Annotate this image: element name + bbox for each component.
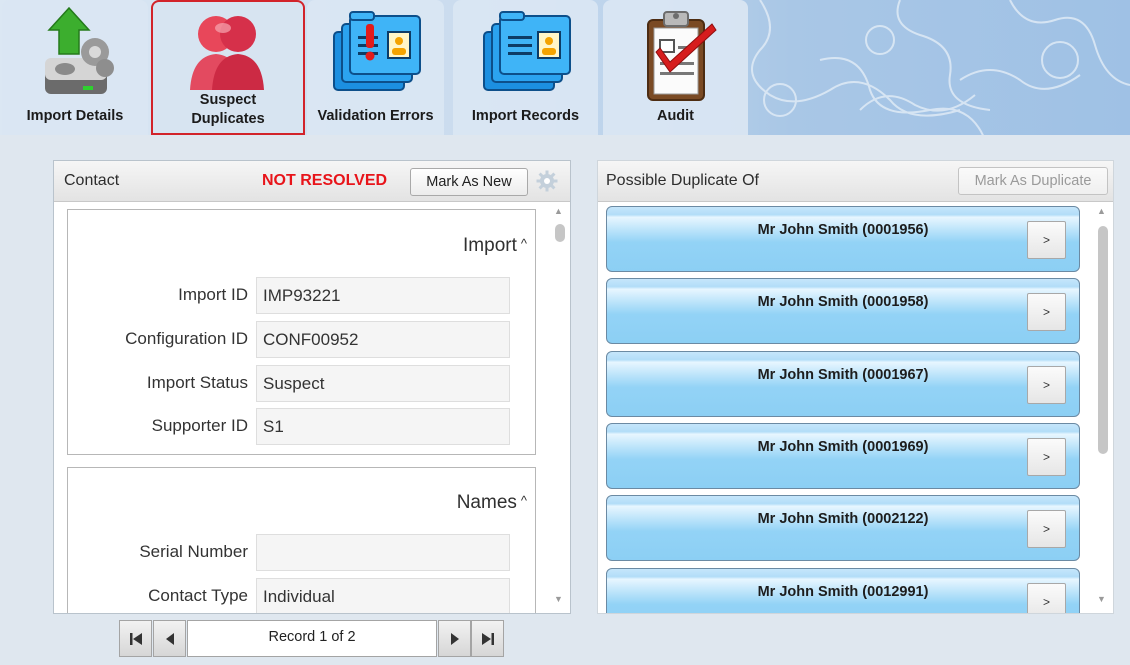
field-row-contact-type: Contact Type Individual bbox=[68, 578, 535, 613]
import-section: Import ^ Import ID IMP93221 Configuration… bbox=[67, 209, 536, 455]
collapse-caret-icon: ^ bbox=[520, 236, 527, 251]
tab-label: Suspect Duplicates bbox=[191, 92, 265, 127]
section-header-import[interactable]: Import ^ bbox=[463, 235, 527, 257]
open-duplicate-button[interactable]: > bbox=[1027, 583, 1066, 613]
duplicates-scrollbar[interactable]: ▲ ▼ bbox=[1095, 206, 1111, 610]
field-row-supporter-id: Supporter ID S1 bbox=[68, 408, 535, 445]
previous-record-button[interactable] bbox=[153, 620, 186, 657]
mark-as-new-button[interactable]: Mark As New bbox=[410, 168, 528, 196]
tab-import-details[interactable]: Import Details bbox=[2, 0, 148, 135]
scroll-down-arrow-icon[interactable]: ▼ bbox=[554, 594, 563, 604]
open-duplicate-button[interactable]: > bbox=[1027, 293, 1066, 331]
field-label: Serial Number bbox=[139, 542, 248, 561]
duplicate-name: Mr John Smith (0001956) bbox=[757, 222, 929, 238]
scroll-up-arrow-icon[interactable]: ▲ bbox=[554, 206, 563, 216]
duplicate-item[interactable]: Mr John Smith (0001967) > bbox=[606, 351, 1080, 417]
field-label: Configuration ID bbox=[125, 329, 248, 348]
tab-label: Import Records bbox=[471, 108, 580, 124]
section-title: Import bbox=[463, 235, 517, 256]
duplicate-name: Mr John Smith (0012991) bbox=[757, 584, 929, 600]
tab-label: Audit bbox=[656, 108, 695, 124]
import-details-icon bbox=[45, 6, 114, 94]
duplicates-panel-title: Possible Duplicate Of bbox=[606, 172, 759, 189]
tab-import-records[interactable]: Import Records bbox=[453, 0, 598, 135]
import-records-icon bbox=[482, 11, 571, 91]
record-counter: Record 1 of 2 bbox=[187, 620, 437, 657]
field-row-serial-number: Serial Number bbox=[68, 534, 535, 571]
tab-banner: Import Details Suspect Duplicates Valida… bbox=[0, 0, 1130, 135]
duplicate-item[interactable]: Mr John Smith (0001969) > bbox=[606, 423, 1080, 489]
field-row-import-id: Import ID IMP93221 bbox=[68, 277, 535, 314]
previous-page-icon bbox=[165, 632, 174, 645]
last-record-button[interactable] bbox=[471, 620, 504, 657]
open-duplicate-button[interactable]: > bbox=[1027, 221, 1066, 259]
duplicate-name: Mr John Smith (0002122) bbox=[757, 511, 929, 527]
duplicate-item[interactable]: Mr John Smith (0012991) > bbox=[606, 568, 1080, 613]
validation-errors-icon bbox=[332, 11, 421, 91]
open-duplicate-button[interactable]: > bbox=[1027, 510, 1066, 548]
import-status-field[interactable]: Suspect bbox=[256, 365, 510, 402]
tab-suspect-duplicates[interactable]: Suspect Duplicates bbox=[151, 0, 305, 135]
scroll-thumb[interactable] bbox=[1098, 226, 1108, 454]
contact-panel-header: Contact NOT RESOLVED Mark As New bbox=[54, 161, 570, 202]
contact-type-field[interactable]: Individual bbox=[256, 578, 510, 613]
duplicate-item[interactable]: Mr John Smith (0001956) > bbox=[606, 206, 1080, 272]
import-id-field[interactable]: IMP93221 bbox=[256, 277, 510, 314]
field-row-import-status: Import Status Suspect bbox=[68, 365, 535, 402]
field-row-configuration-id: Configuration ID CONF00952 bbox=[68, 321, 535, 358]
possible-duplicates-panel: Possible Duplicate Of Mark As Duplicate … bbox=[597, 160, 1114, 614]
duplicate-name: Mr John Smith (0001969) bbox=[757, 439, 929, 455]
duplicate-item[interactable]: Mr John Smith (0002122) > bbox=[606, 495, 1080, 561]
names-section: Names ^ Serial Number Contact Type Indivi… bbox=[67, 467, 536, 613]
open-duplicate-button[interactable]: > bbox=[1027, 438, 1066, 476]
tab-label: Import Details bbox=[26, 108, 124, 124]
contact-scrollbar[interactable]: ▲ ▼ bbox=[552, 206, 568, 610]
audit-clipboard-icon bbox=[646, 11, 717, 101]
field-label: Import Status bbox=[146, 373, 248, 392]
serial-number-field[interactable] bbox=[256, 534, 510, 571]
last-page-icon bbox=[481, 632, 494, 645]
contact-panel-title: Contact bbox=[64, 172, 120, 189]
first-record-button[interactable] bbox=[119, 620, 152, 657]
field-label: Contact Type bbox=[148, 586, 248, 605]
scroll-thumb[interactable] bbox=[555, 224, 565, 242]
suspect-duplicates-icon bbox=[190, 16, 264, 90]
first-page-icon bbox=[129, 632, 142, 645]
section-header-names[interactable]: Names ^ bbox=[457, 492, 527, 514]
scroll-down-arrow-icon[interactable]: ▼ bbox=[1097, 594, 1106, 604]
tab-audit[interactable]: Audit bbox=[603, 0, 748, 135]
open-duplicate-button[interactable]: > bbox=[1027, 366, 1066, 404]
scroll-up-arrow-icon[interactable]: ▲ bbox=[1097, 206, 1106, 216]
duplicate-item[interactable]: Mr John Smith (0001958) > bbox=[606, 278, 1080, 344]
duplicates-panel-header: Possible Duplicate Of Mark As Duplicate bbox=[598, 161, 1113, 202]
duplicate-name: Mr John Smith (0001967) bbox=[757, 367, 929, 383]
tab-validation-errors[interactable]: Validation Errors bbox=[307, 0, 444, 135]
configuration-id-field[interactable]: CONF00952 bbox=[256, 321, 510, 358]
section-title: Names bbox=[456, 492, 517, 513]
tab-label: Validation Errors bbox=[317, 108, 434, 124]
next-page-icon bbox=[450, 632, 459, 645]
field-label: Supporter ID bbox=[151, 416, 248, 435]
duplicates-list: Mr John Smith (0001956) > Mr John Smith … bbox=[598, 202, 1113, 613]
collapse-caret-icon: ^ bbox=[520, 493, 527, 508]
contact-scroll-area: Import ^ Import ID IMP93221 Configuration… bbox=[54, 202, 570, 613]
mark-as-duplicate-button[interactable]: Mark As Duplicate bbox=[958, 167, 1108, 195]
supporter-id-field[interactable]: S1 bbox=[256, 408, 510, 445]
gear-icon[interactable] bbox=[536, 170, 558, 192]
next-record-button[interactable] bbox=[438, 620, 471, 657]
field-label: Import ID bbox=[178, 285, 248, 304]
contact-panel: Contact NOT RESOLVED Mark As New Import ^ bbox=[53, 160, 571, 614]
resolution-status: NOT RESOLVED bbox=[262, 172, 388, 189]
duplicate-name: Mr John Smith (0001958) bbox=[757, 294, 929, 310]
